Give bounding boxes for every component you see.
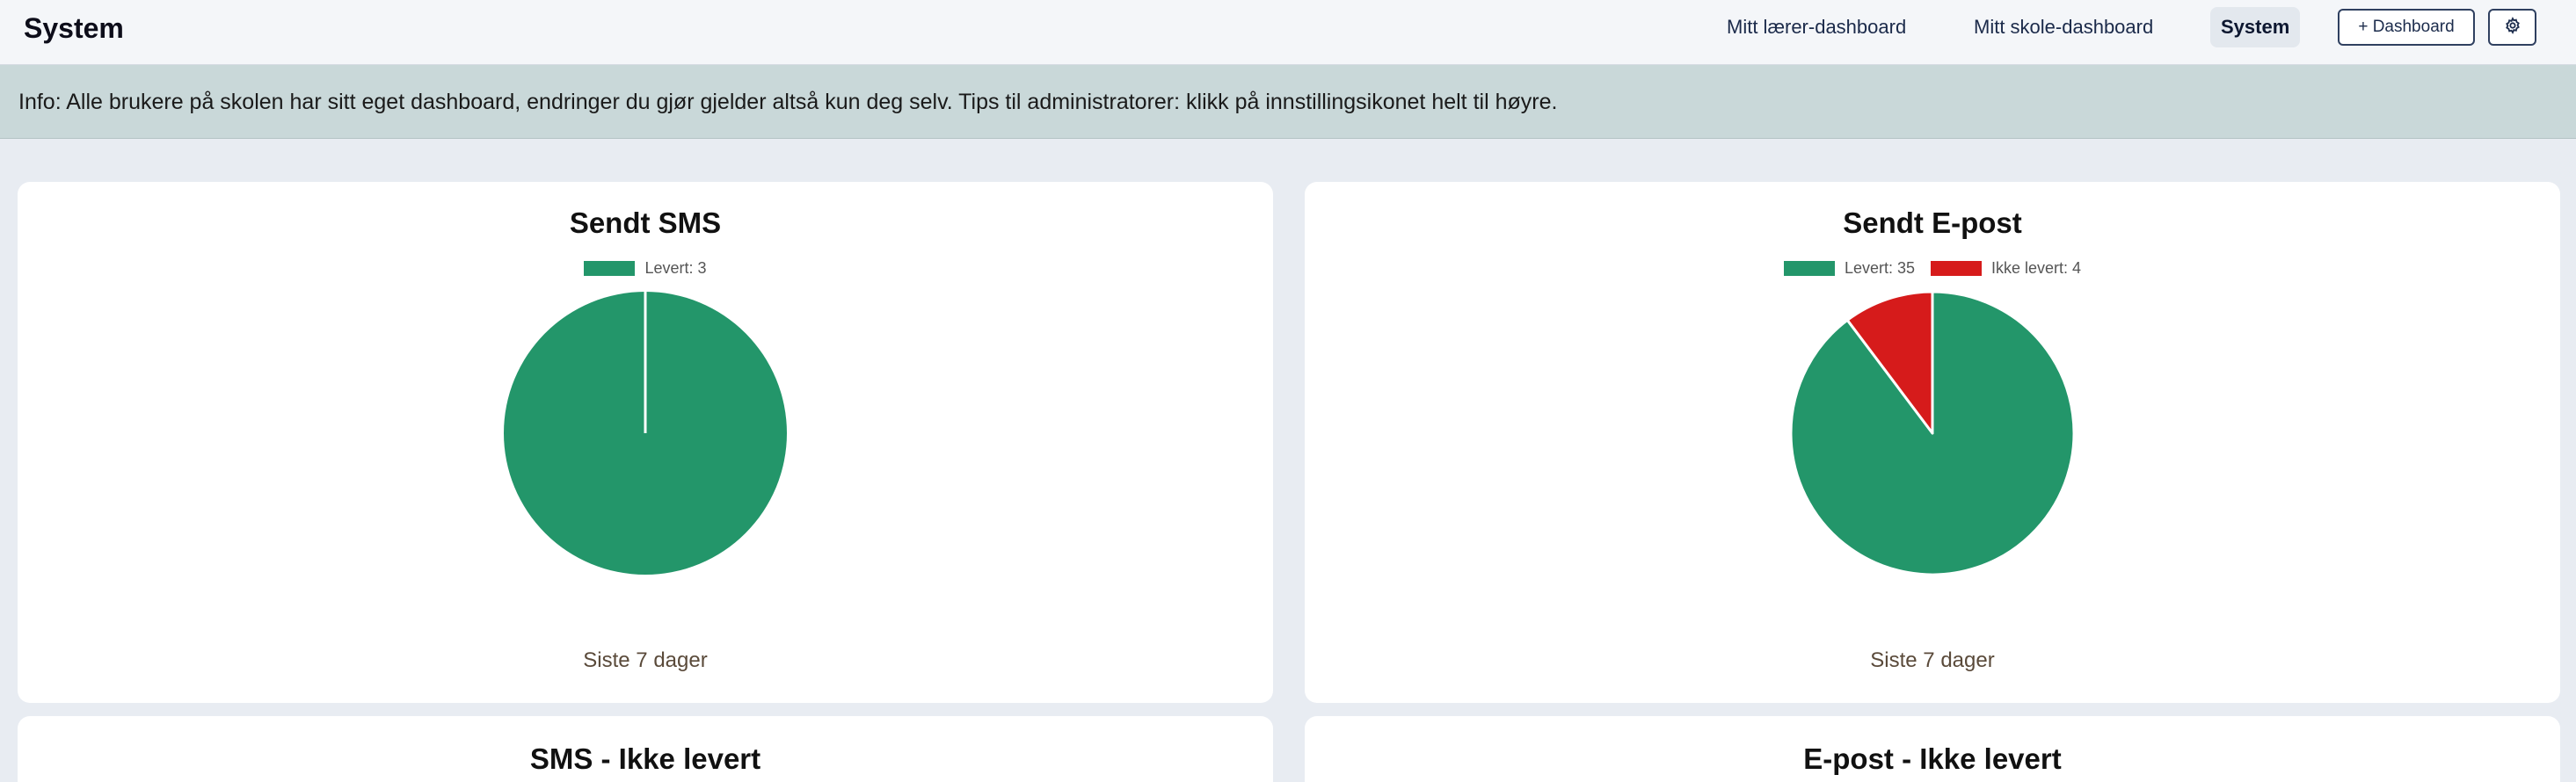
legend-swatch — [584, 260, 636, 276]
card-footer: Siste 7 dager — [583, 648, 708, 672]
pie-chart-email — [1789, 290, 2076, 576]
card-sms-not-delivered: SMS - Ikke levert — [18, 716, 1273, 782]
card-title: SMS - Ikke levert — [529, 742, 761, 775]
chart-legend: Levert: 3 — [18, 259, 1273, 277]
card-footer: Siste 7 dager — [1870, 648, 1995, 672]
add-dashboard-button[interactable]: + Dashboard — [2338, 9, 2475, 46]
page-title: System — [24, 12, 124, 44]
legend-label: Ikke levert: 4 — [1991, 259, 2082, 277]
legend-swatch — [1931, 260, 1982, 276]
card-sent-email: Sendt E-post Levert: 35 Ikke levert: 4 S… — [1305, 182, 2560, 703]
nav-link-school-dashboard[interactable]: Mitt skole-dashboard — [1963, 7, 2164, 47]
card-title: Sendt SMS — [569, 206, 722, 239]
card-title: Sendt E-post — [1843, 206, 2022, 239]
nav-link-system[interactable]: System — [2210, 7, 2301, 47]
legend-item-delivered[interactable]: Levert: 35 — [1783, 259, 1915, 277]
legend-item-not-delivered[interactable]: Ikke levert: 4 — [1931, 259, 2081, 277]
legend-swatch — [1783, 260, 1835, 276]
info-text: Info: Alle brukere på skolen har sitt eg… — [18, 90, 1558, 114]
settings-button[interactable] — [2488, 9, 2536, 46]
card-title: E-post - Ikke levert — [1803, 742, 2062, 775]
chart-legend: Levert: 35 Ikke levert: 4 — [1305, 259, 2560, 277]
nav-link-teacher-dashboard[interactable]: Mitt lærer-dashboard — [1716, 7, 1917, 47]
legend-label: Levert: 35 — [1844, 259, 1915, 277]
top-bar: System Mitt lærer-dashboard Mitt skole-d… — [0, 0, 2576, 65]
card-sent-sms: Sendt SMS Levert: 3 Siste 7 dager — [18, 182, 1273, 703]
gear-icon — [2505, 17, 2520, 35]
legend-item-delivered[interactable]: Levert: 3 — [584, 259, 707, 277]
pie-chart-sms — [504, 292, 787, 575]
legend-label: Levert: 3 — [644, 259, 707, 277]
card-email-not-delivered: E-post - Ikke levert — [1305, 716, 2560, 782]
info-banner: Info: Alle brukere på skolen har sitt eg… — [0, 65, 2576, 139]
